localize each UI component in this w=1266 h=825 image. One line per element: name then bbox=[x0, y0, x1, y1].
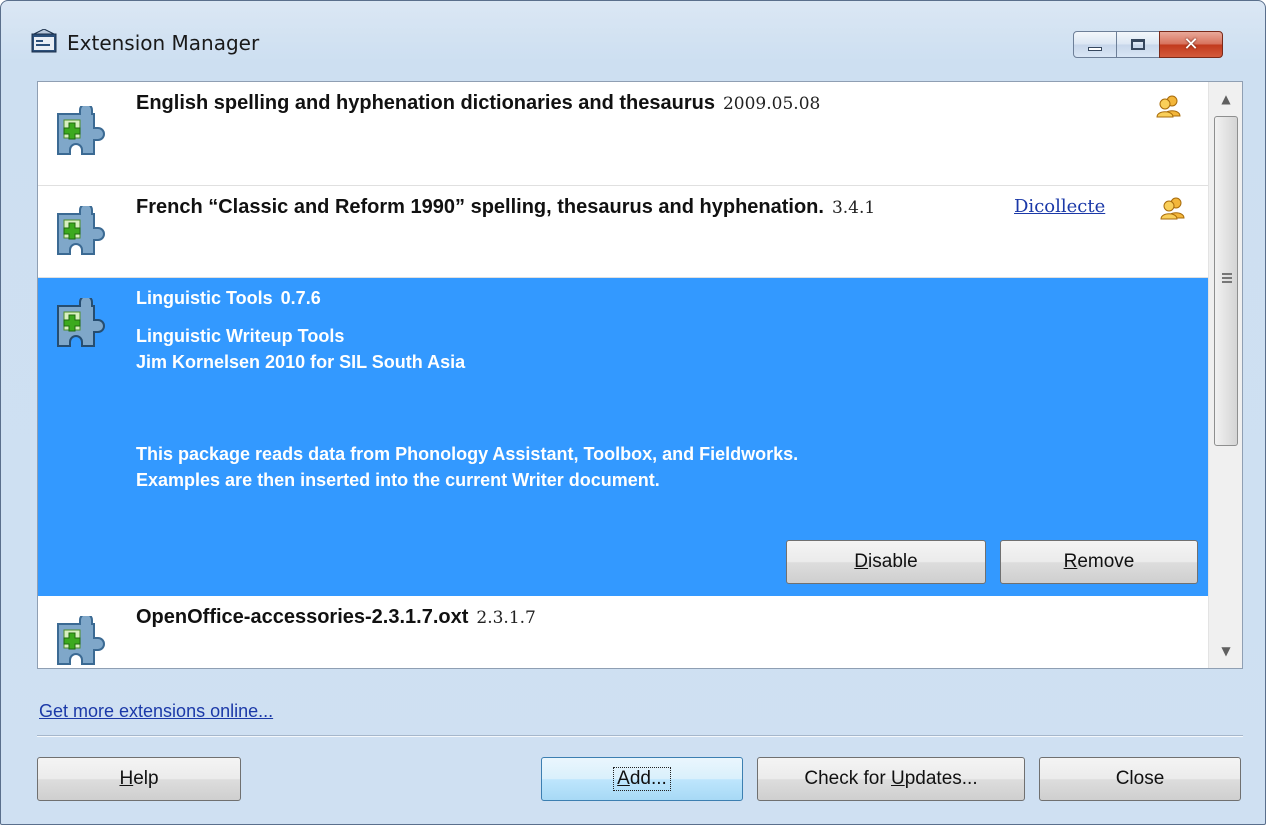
help-button[interactable]: Help bbox=[37, 757, 241, 801]
remove-label: emove bbox=[1077, 551, 1135, 572]
close-button[interactable]: Close bbox=[1039, 757, 1241, 801]
extension-detail-line: This package reads data from Phonology A… bbox=[136, 444, 799, 464]
extension-puzzle-icon bbox=[54, 613, 108, 668]
scroll-thumb[interactable] bbox=[1214, 116, 1238, 446]
title-bar[interactable]: Extension Manager ✕ bbox=[1, 1, 1265, 81]
extension-author: Jim Kornelsen 2010 for SIL South Asia bbox=[136, 352, 466, 372]
extension-description: Linguistic Writeup Tools bbox=[136, 326, 345, 346]
extension-version: 2009.05.08 bbox=[722, 94, 821, 114]
check-updates-label: pdates... bbox=[904, 768, 978, 789]
extension-name: OpenOffice-accessories-2.3.1.7.oxt bbox=[136, 606, 469, 628]
grip-icon bbox=[1222, 273, 1232, 283]
maximize-button[interactable] bbox=[1116, 31, 1160, 58]
list-scrollbar[interactable]: ▲ ▼ bbox=[1208, 82, 1242, 668]
add-label-focus: Add... bbox=[613, 767, 671, 791]
minimize-button[interactable] bbox=[1073, 31, 1117, 58]
extension-item[interactable]: English spelling and hyphenation diction… bbox=[38, 82, 1208, 186]
extension-puzzle-icon bbox=[54, 203, 108, 260]
check-updates-label-hotkey: U bbox=[890, 768, 905, 789]
app-icon bbox=[31, 28, 57, 53]
check-updates-label-prefix: Check for bbox=[804, 768, 891, 789]
add-label-hotkey: A bbox=[617, 768, 630, 789]
extension-title: English spelling and hyphenation diction… bbox=[136, 92, 820, 115]
chevron-down-icon: ▼ bbox=[1221, 644, 1231, 658]
extension-version: 0.7.6 bbox=[280, 288, 321, 308]
check-for-updates-button[interactable]: Check for Updates... bbox=[757, 757, 1025, 801]
extension-version: 2.3.1.7 bbox=[476, 608, 536, 628]
extension-name: Linguistic Tools bbox=[136, 288, 273, 308]
minimize-icon bbox=[1088, 46, 1102, 51]
shared-users-icon bbox=[1160, 196, 1186, 220]
help-label-hotkey: H bbox=[119, 768, 134, 789]
scroll-up-button[interactable]: ▲ bbox=[1209, 82, 1242, 116]
disable-button[interactable]: Disable bbox=[786, 540, 986, 584]
extension-title: Linguistic Tools 0.7.6 bbox=[136, 288, 321, 309]
disable-label: isable bbox=[868, 551, 918, 572]
shared-users-icon bbox=[1156, 94, 1182, 118]
scroll-down-button[interactable]: ▼ bbox=[1209, 634, 1242, 668]
remove-button[interactable]: Remove bbox=[1000, 540, 1198, 584]
chevron-up-icon: ▲ bbox=[1221, 92, 1231, 106]
window-title: Extension Manager bbox=[67, 31, 260, 55]
add-label: dd... bbox=[629, 768, 667, 789]
publisher-link[interactable]: Dicollecte bbox=[1014, 196, 1105, 217]
close-window-button[interactable]: ✕ bbox=[1159, 31, 1223, 58]
close-label: Close bbox=[1115, 768, 1165, 789]
extension-title: OpenOffice-accessories-2.3.1.7.oxt 2.3.1.… bbox=[136, 606, 536, 629]
extension-item-selected[interactable]: Linguistic Tools 0.7.6 Linguistic Writeup… bbox=[38, 278, 1208, 596]
maximize-icon bbox=[1131, 39, 1145, 50]
separator bbox=[37, 735, 1243, 737]
extension-manager-window: Extension Manager ✕ English spelling and… bbox=[0, 0, 1266, 825]
remove-label-hotkey: R bbox=[1063, 551, 1078, 572]
add-button[interactable]: Add... bbox=[541, 757, 743, 801]
extension-name: French “Classic and Reform 1990” spellin… bbox=[136, 196, 824, 218]
extension-puzzle-icon bbox=[54, 295, 108, 352]
extension-name: English spelling and hyphenation diction… bbox=[136, 92, 715, 114]
extension-item[interactable]: OpenOffice-accessories-2.3.1.7.oxt 2.3.1.… bbox=[38, 596, 1208, 668]
extension-list[interactable]: English spelling and hyphenation diction… bbox=[37, 81, 1243, 669]
extension-title: French “Classic and Reform 1990” spellin… bbox=[136, 196, 875, 219]
get-more-extensions-link[interactable]: Get more extensions online... bbox=[39, 701, 273, 722]
extension-detail-line: Examples are then inserted into the curr… bbox=[136, 470, 660, 490]
extension-item[interactable]: French “Classic and Reform 1990” spellin… bbox=[38, 186, 1208, 278]
disable-label-hotkey: D bbox=[854, 551, 869, 572]
extension-version: 3.4.1 bbox=[831, 198, 876, 218]
extension-puzzle-icon bbox=[54, 103, 108, 160]
close-icon: ✕ bbox=[1183, 33, 1199, 55]
help-label: elp bbox=[133, 768, 159, 789]
